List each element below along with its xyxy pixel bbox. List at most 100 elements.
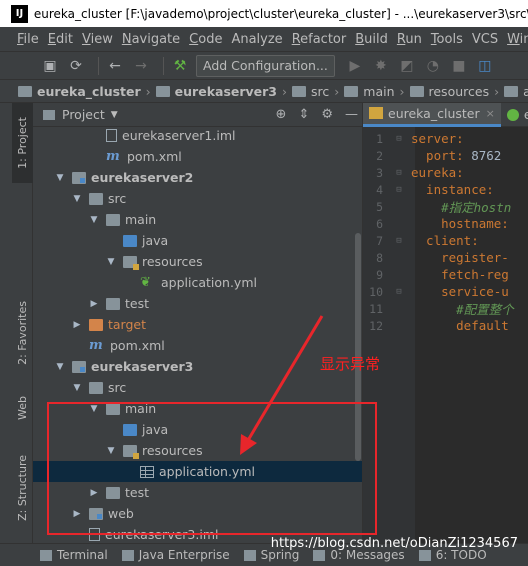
breadcrumb-item[interactable]: eureka_cluster › [18,84,156,99]
breadcrumb-item[interactable]: applicatio [504,84,528,99]
tool-tab-favorites-label: 2: Favorites [16,301,29,365]
menu-item[interactable]: Edit [48,32,73,47]
tree-node[interactable]: eurekaserver1.iml [33,127,362,146]
back-icon[interactable]: ← [105,56,125,76]
code-view[interactable]: 1 ⊟ server: 2 port: 8762 3 ⊟ eureka: 4 ⊟ instanc… [363,130,528,334]
expanded-arrow-icon[interactable]: ▼ [71,194,83,204]
tool-window-icon [313,549,326,561]
coverage-icon[interactable]: ◩ [397,56,417,76]
menu-item[interactable]: View [82,32,113,47]
bottom-tool-button[interactable]: Terminal [40,548,108,562]
tool-tab-web[interactable]: Web [12,383,33,433]
tree-node[interactable]: m pom.xml [33,335,362,356]
tree-node[interactable]: ▼ main [33,209,362,230]
menu-item[interactable]: Wind [507,32,528,47]
menu-item[interactable]: Navigate [122,32,180,47]
folder-icon [89,192,103,205]
tree-node[interactable]: m pom.xml [33,146,362,167]
expanded-arrow-icon[interactable]: ▼ [54,362,66,372]
maven-icon: m [89,338,103,353]
breadcrumb-item[interactable]: main › [344,84,409,99]
editor-tab-label: eureka_cluster [388,105,480,121]
code-text: server: [411,131,464,146]
breadcrumb-item[interactable]: eurekaserver3 › [155,84,292,99]
code-text: hostname: [411,216,509,231]
menu-item[interactable]: Refactor [292,32,347,47]
editor-area: eureka_cluster × e 1 ⊟ server: 2 port: 8762 3 ⊟… [362,102,528,543]
code-text: fetch-reg [411,267,509,282]
tree-node[interactable]: ▶ target [33,314,362,335]
collapse-all-icon[interactable]: ⇕ [298,107,309,122]
code-text: default [411,318,509,333]
menu-item[interactable]: Code [189,32,222,47]
tree-node[interactable]: ❦ application.yml [33,272,362,293]
expanded-arrow-icon[interactable]: ▼ [71,383,83,393]
hide-icon[interactable]: — [345,107,358,122]
fold-marker-icon[interactable]: ⊟ [387,287,411,297]
fold-marker-icon[interactable]: ⊟ [387,185,411,195]
breadcrumb-item[interactable]: resources › [409,84,505,99]
run-icon[interactable]: ▶ [345,56,365,76]
tree-node[interactable]: ▼ eurekaserver3 [33,356,362,377]
close-icon[interactable]: × [486,107,495,120]
locate-file-icon[interactable]: ⊕ [276,107,287,122]
editor-tab[interactable]: e [501,103,528,127]
tool-tab-web-label: Web [16,396,29,420]
line-number: 9 [376,267,383,282]
folder-icon [89,381,103,394]
project-panel-title[interactable]: Project [62,107,105,122]
tree-node[interactable]: ▼ src [33,377,362,398]
menu-item[interactable]: VCS [472,32,498,47]
tree-node-label: eurekaserver1.iml [122,128,236,143]
menu-item[interactable]: Run [397,32,422,47]
fold-marker-icon[interactable]: ⊟ [387,134,411,144]
code-text: register- [411,250,509,265]
bottom-tool-button[interactable]: Java Enterprise [121,548,230,562]
line-number: 1 [376,131,383,146]
folder-icon [106,297,120,310]
forward-icon[interactable]: → [131,56,151,76]
tree-node[interactable]: ▼ resources [33,251,362,272]
profile-icon[interactable]: ◔ [423,56,443,76]
project-structure-icon[interactable]: ◫ [475,56,495,76]
menu-item[interactable]: Tools [431,32,463,47]
tool-tab-structure[interactable]: Z: Structure [12,443,33,533]
module-folder-icon [72,171,86,184]
tool-tab-project[interactable]: 1: Project [12,103,33,183]
expanded-arrow-icon[interactable]: ▼ [88,215,100,225]
breadcrumb-item[interactable]: src › [292,84,344,99]
menu-item[interactable]: Analyze [231,32,282,47]
tree-node[interactable]: java [33,230,362,251]
code-line: 5 #指定hostn [363,198,528,216]
tool-tab-favorites[interactable]: 2: Favorites [12,288,33,378]
fold-marker-icon[interactable]: ⊟ [387,168,411,178]
editor-tabs: eureka_cluster × e [363,102,528,127]
menu-item[interactable]: File [17,32,39,47]
build-hammer-icon[interactable]: ⚒ [170,56,190,76]
tree-node-label: pom.xml [127,149,182,164]
tree-node[interactable]: ▼ src [33,188,362,209]
sync-icon[interactable]: ⟳ [66,56,86,76]
fold-marker-icon[interactable]: ⊟ [387,236,411,246]
chevron-down-icon[interactable]: ▼ [111,110,118,120]
line-number: 11 [369,301,383,316]
collapsed-arrow-icon[interactable]: ▶ [88,299,100,309]
debug-icon[interactable]: ✸ [371,56,391,76]
stop-icon[interactable]: ■ [449,56,469,76]
folder-icon [344,85,359,97]
expanded-arrow-icon[interactable]: ▼ [54,173,66,183]
save-icon[interactable]: ▣ [40,56,60,76]
tree-node-label: test [125,296,150,311]
editor-tab[interactable]: eureka_cluster × [363,102,501,127]
add-configuration-button[interactable]: Add Configuration... [196,54,335,77]
folder-icon [292,85,307,97]
window-titlebar: IJ eureka_cluster [F:\javademo\project\c… [0,0,528,27]
resources-folder-icon [123,255,139,270]
tree-node[interactable]: ▼ eurekaserver2 [33,167,362,188]
line-number: 3 [376,165,383,180]
menu-item[interactable]: Build [355,32,388,47]
gear-icon[interactable]: ⚙ [321,107,333,122]
collapsed-arrow-icon[interactable]: ▶ [71,320,83,330]
expanded-arrow-icon[interactable]: ▼ [105,257,117,267]
tree-node[interactable]: ▶ test [33,293,362,314]
